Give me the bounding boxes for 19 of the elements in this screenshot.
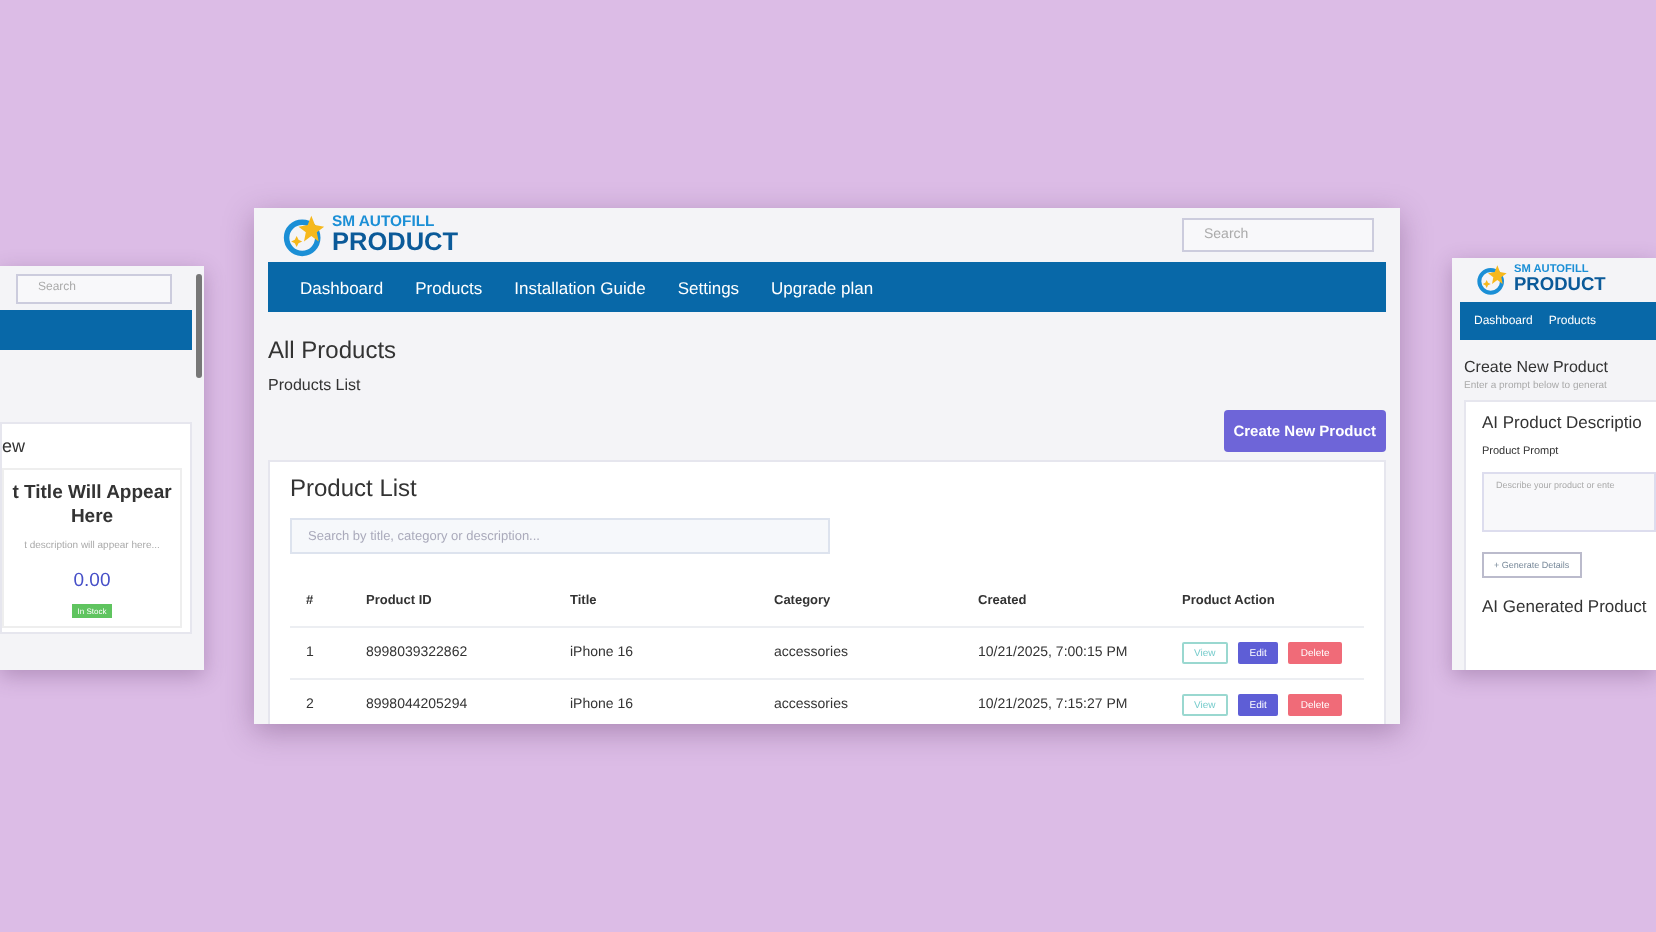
logo-text: PRODUCT [1514, 276, 1606, 295]
nav-link[interactable]: Installation Guide [498, 277, 662, 297]
card-title: ew [2, 436, 28, 456]
scrollbar[interactable] [196, 274, 202, 378]
page-title: All Products [268, 336, 399, 364]
product-price: 0.00 [73, 569, 111, 592]
product-title: t Title Will Appear Here [10, 482, 174, 530]
nav-link[interactable]: Upgrade plan [755, 277, 890, 297]
card-title: Product List [290, 474, 419, 502]
logo-text: PRODUCT [332, 229, 459, 256]
section-title: AI Generated Product [1482, 596, 1649, 616]
logo-icon [282, 213, 326, 257]
page-title: Create New Product [1464, 358, 1611, 376]
logo-icon [1476, 264, 1508, 296]
nav-link[interactable]: Products [399, 277, 499, 297]
nav-link[interactable]: Dashboard [284, 277, 400, 297]
card-title: AI Product Descriptio [1482, 412, 1644, 432]
nav-link[interactable]: Settings [661, 277, 756, 297]
breadcrumb: Products List [268, 376, 363, 394]
